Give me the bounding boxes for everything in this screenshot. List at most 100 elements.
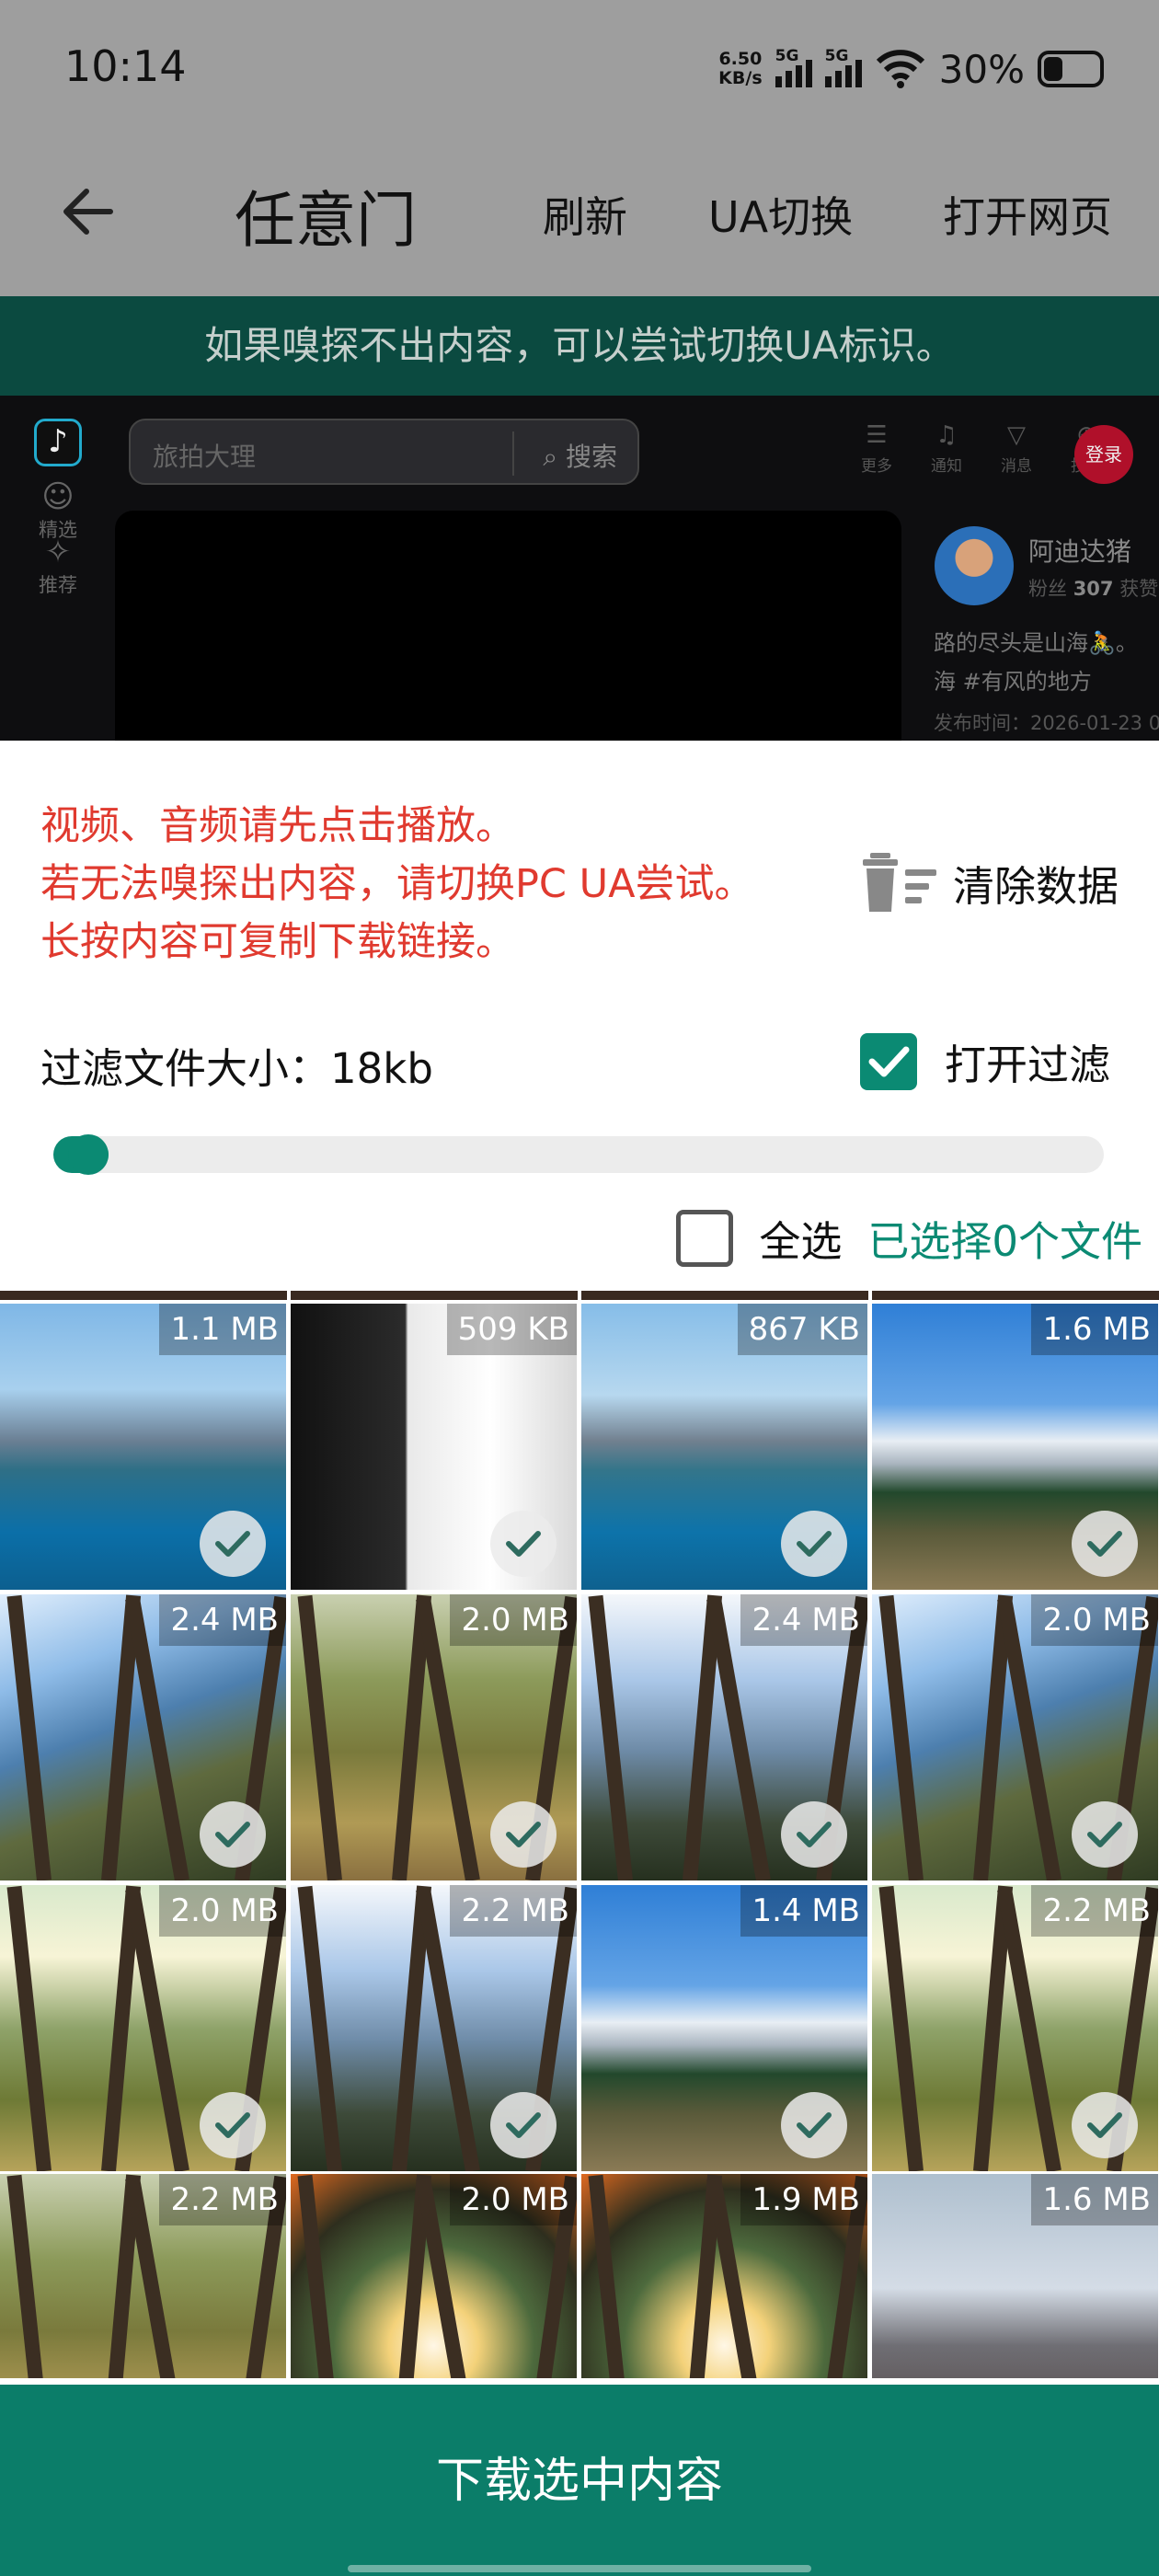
media-tile[interactable]: 2.2 MB: [291, 1885, 577, 2171]
file-size-badge: 2.2 MB: [1031, 1885, 1158, 1937]
tile-select-checkbox[interactable]: [1072, 2092, 1138, 2158]
file-size-badge: 2.2 MB: [450, 1885, 577, 1937]
checkmark-icon: [868, 1046, 910, 1076]
checkmark-icon: [797, 1822, 832, 1847]
tile-select-checkbox[interactable]: [781, 1511, 847, 1577]
media-tile[interactable]: 2.0 MB: [291, 2174, 577, 2378]
checkmark-icon: [215, 1531, 250, 1557]
tip-switch-ua: 若无法嗅探出内容，请切换PC UA尝试。: [40, 861, 754, 907]
video-description-line: 路的尽头是山海🚴。: [934, 630, 1138, 656]
web-search-placeholder: 旅拍大理: [153, 442, 257, 472]
media-tile[interactable]: 2.0 MB: [872, 1594, 1158, 1880]
media-tile[interactable]: 2.2 MB: [872, 1885, 1158, 2171]
media-tile[interactable]: 2.4 MB: [581, 1594, 867, 1880]
clear-data-label: 清除数据: [953, 861, 1119, 911]
media-tile[interactable]: 1.4 MB: [581, 1885, 867, 2171]
file-size-badge: 2.0 MB: [450, 1594, 577, 1646]
filter-toggle-label: 打开过滤: [945, 1041, 1111, 1089]
page-title: 任意门: [235, 185, 417, 256]
checkmark-icon: [1087, 1822, 1122, 1847]
tree-trunk: [6, 2174, 52, 2378]
net-speed-value: 6.50: [718, 49, 763, 69]
file-size-badge: 1.6 MB: [1031, 2174, 1158, 2225]
sniff-result-sheet: 视频、音频请先点击播放。 若无法嗅探出内容，请切换PC UA尝试。 长按内容可复…: [0, 741, 1159, 2576]
tile-select-checkbox[interactable]: [200, 2092, 266, 2158]
battery-percent: 30%: [938, 46, 1025, 92]
media-tile[interactable]: 1.9 MB: [581, 2174, 867, 2378]
tile-select-checkbox[interactable]: [200, 1511, 266, 1577]
web-search-box[interactable]: 旅拍大理 ⌕ 搜索: [129, 419, 639, 485]
menu-icon: ☰: [866, 421, 888, 449]
file-size-badge: 1.6 MB: [1031, 1304, 1158, 1355]
web-tool-notify[interactable]: ♫ 通知: [924, 421, 970, 476]
author-fans: 粉丝 307 获赞: [1028, 574, 1158, 602]
author-avatar[interactable]: [935, 526, 1014, 605]
tree-trunk: [588, 1594, 633, 1880]
tree-trunk: [588, 2174, 633, 2378]
douyin-logo-icon: ♪: [34, 419, 82, 466]
fans-label: 粉丝: [1028, 578, 1067, 600]
status-bar: 10:14 6.50 KB/s 5G 5G 30%: [0, 0, 1159, 138]
media-grid: 1.1 MB 509 KB 867 KB 1.6 MB 2.4 MB 2.0 MB 2.4 …: [0, 1291, 1159, 2378]
web-tool-message[interactable]: ▽ 消息: [993, 421, 1039, 476]
previous-row-edge: [0, 1291, 1159, 1300]
filter-size-label: 过滤文件大小：18kb: [40, 1044, 433, 1093]
web-video-player[interactable]: [115, 511, 901, 741]
media-tile[interactable]: 2.4 MB: [0, 1594, 286, 1880]
media-tile[interactable]: 509 KB: [291, 1304, 577, 1590]
back-arrow-icon[interactable]: [55, 177, 125, 247]
media-tile[interactable]: 2.0 MB: [291, 1594, 577, 1880]
author-name[interactable]: 阿迪达猪: [1028, 532, 1131, 569]
media-tile[interactable]: 1.6 MB: [872, 1304, 1158, 1590]
web-tools: ☰更多 ♫通知 ▽消息 ⊕投稿: [854, 421, 1109, 476]
media-tile[interactable]: 867 KB: [581, 1304, 867, 1590]
signal-icon: 5G: [775, 47, 812, 87]
bell-icon: ♫: [935, 421, 958, 449]
checkmark-icon: [215, 2112, 250, 2138]
download-selected-button[interactable]: 下载选中内容: [0, 2385, 1159, 2576]
tile-select-checkbox[interactable]: [1072, 1801, 1138, 1868]
select-all-label[interactable]: 全选: [759, 1208, 842, 1268]
sparkle-icon: ✧: [44, 534, 72, 570]
clear-data-button[interactable]: 清除数据: [861, 851, 1119, 914]
tree-trunk: [6, 1885, 52, 2171]
filter-checkbox[interactable]: [860, 1032, 917, 1090]
web-tool-label: 消息: [1001, 457, 1032, 476]
ua-switch-button[interactable]: UA切换: [708, 184, 853, 245]
tree-trunk: [878, 1885, 924, 2171]
filter-size-slider[interactable]: [53, 1134, 1104, 1175]
media-tile[interactable]: 1.1 MB: [0, 1304, 286, 1590]
tip-play-first: 视频、音频请先点击播放。: [40, 803, 515, 849]
video-description: 路的尽头是山海🚴。 海 #有风的地方: [934, 624, 1159, 701]
refresh-button[interactable]: 刷新: [543, 184, 627, 245]
web-side-recommend[interactable]: ✧ 推荐: [37, 534, 79, 598]
checkmark-icon: [506, 1531, 541, 1557]
tile-select-checkbox[interactable]: [490, 1511, 557, 1577]
fans-extra: 获赞: [1119, 578, 1159, 600]
tile-select-checkbox[interactable]: [490, 2092, 557, 2158]
web-search-button[interactable]: ⌕ 搜索: [543, 437, 617, 474]
tip-long-press: 长按内容可复制下载链接。: [40, 919, 515, 965]
filter-toggle[interactable]: 打开过滤: [860, 1031, 1110, 1091]
signal-icon: 5G: [824, 47, 862, 87]
web-tool-more[interactable]: ☰ 更多: [854, 421, 900, 476]
selected-count: 已选择0个文件: [867, 1217, 1142, 1266]
file-size-badge: 2.2 MB: [159, 2174, 286, 2225]
publish-time: 发布时间：2026-01-23 0: [934, 712, 1159, 734]
media-tile[interactable]: 1.6 MB: [872, 2174, 1158, 2378]
tile-select-checkbox[interactable]: [781, 2092, 847, 2158]
tile-select-checkbox[interactable]: [781, 1801, 847, 1868]
select-all-checkbox[interactable]: [676, 1209, 734, 1267]
tile-select-checkbox[interactable]: [200, 1801, 266, 1868]
open-webpage-button[interactable]: 打开网页: [943, 184, 1112, 245]
media-tile[interactable]: 2.2 MB: [0, 2174, 286, 2378]
web-login-button[interactable]: 登录: [1074, 425, 1133, 484]
slider-thumb[interactable]: [68, 1134, 109, 1175]
web-tool-label: 通知: [931, 457, 962, 476]
web-side-label: 推荐: [39, 574, 77, 596]
video-description-line: 海 #有风的地方: [934, 669, 1092, 695]
tile-select-checkbox[interactable]: [1072, 1511, 1138, 1577]
media-tile[interactable]: 2.0 MB: [0, 1885, 286, 2171]
tile-select-checkbox[interactable]: [490, 1801, 557, 1868]
file-size-badge: 1.1 MB: [159, 1304, 286, 1355]
